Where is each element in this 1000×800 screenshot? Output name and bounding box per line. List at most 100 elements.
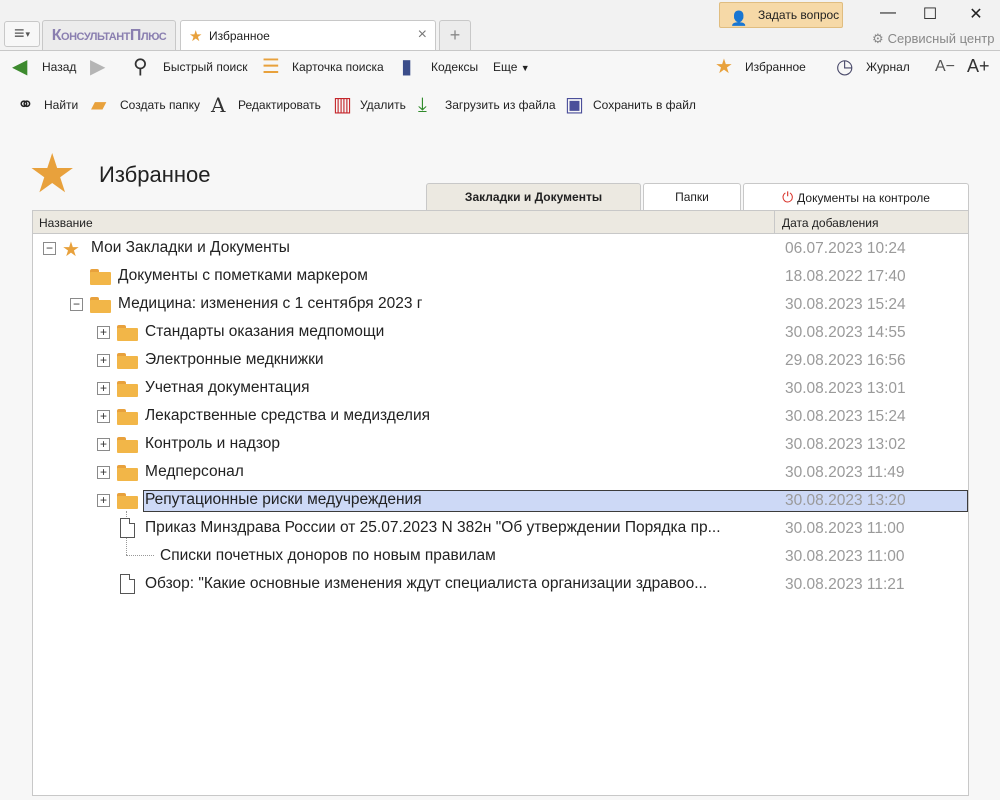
search-card-button[interactable]: ☰ Карточка поиска: [262, 56, 384, 78]
chevron-down-icon: ▼: [520, 63, 530, 73]
tab-favorites-label: Избранное: [209, 29, 270, 43]
text-edit-icon: A: [211, 93, 226, 117]
close-tab-icon[interactable]: ×: [418, 26, 427, 44]
journal-button[interactable]: ◷ Журнал: [836, 56, 910, 78]
tree-row-folder[interactable]: + Учетная документация 30.08.2023 13:01: [34, 375, 968, 403]
font-smaller-button[interactable]: A−: [935, 58, 955, 76]
folder-icon: [117, 325, 138, 341]
favorites-tree-table: Название Дата добавления − ★ Мои Закладк…: [32, 210, 969, 796]
tree-row-label: Документы с пометками маркером: [118, 267, 368, 284]
tree-row-label: Электронные медкнижки: [145, 351, 324, 368]
tab-documents-control[interactable]: ⏻ Документы на контроле: [743, 183, 969, 210]
tree-row-date: 30.08.2023 13:02: [785, 436, 906, 453]
expand-icon[interactable]: +: [97, 326, 110, 339]
folder-icon: [117, 353, 138, 369]
main-menu-button[interactable]: ≡▾: [4, 21, 40, 47]
search-card-label: Карточка поиска: [292, 60, 384, 74]
expand-icon[interactable]: +: [97, 410, 110, 423]
quick-search-label: Быстрый поиск: [163, 60, 248, 74]
tree-row-document[interactable]: Обзор: "Какие основные изменения ждут сп…: [34, 571, 968, 599]
favorites-button[interactable]: ★ Избранное: [715, 56, 806, 78]
tree-row-document[interactable]: Приказ Минздрава России от 25.07.2023 N …: [34, 515, 968, 543]
ask-question-button[interactable]: 👤 Задать вопрос: [719, 2, 843, 28]
tree-row-bookmark[interactable]: Списки почетных доноров по новым правила…: [34, 543, 968, 571]
binoculars-icon: ⚭: [17, 94, 34, 116]
folder-open-icon: [90, 297, 111, 313]
back-button[interactable]: ◀ Назад: [12, 56, 77, 78]
tree-row-folder[interactable]: + Медперсонал 30.08.2023 11:49: [34, 459, 968, 487]
maximize-button[interactable]: ☐: [915, 4, 945, 24]
more-label: Еще: [493, 60, 518, 74]
tree-row-folder[interactable]: + Лекарственные средства и медизделия 30…: [34, 403, 968, 431]
expand-icon[interactable]: +: [97, 354, 110, 367]
expand-icon[interactable]: +: [97, 382, 110, 395]
folder-icon: [90, 269, 111, 285]
minimize-button[interactable]: —: [873, 4, 903, 22]
expand-icon[interactable]: +: [97, 466, 110, 479]
save-to-file-button[interactable]: ▣ Сохранить в файл: [565, 94, 696, 116]
favorites-star-icon: ★: [28, 144, 77, 204]
expand-icon[interactable]: +: [97, 494, 110, 507]
download-icon: ⤓: [418, 94, 427, 116]
codes-button[interactable]: ▮ Кодексы: [401, 56, 479, 78]
tree-row-folder-selected[interactable]: + Репутационные риски медучреждения 30.0…: [34, 487, 968, 515]
tree-row-folder[interactable]: Документы с пометками маркером 18.08.202…: [34, 263, 968, 291]
expand-icon[interactable]: +: [97, 438, 110, 451]
service-icon: ⚙: [872, 31, 884, 46]
consultant-icon: 👤: [730, 10, 748, 26]
app-logo-tab[interactable]: КонсультантПлюс: [42, 20, 176, 50]
more-button[interactable]: Еще ▼: [493, 60, 530, 74]
floppy-icon: ▣: [565, 94, 584, 116]
load-from-file-label: Загрузить из файла: [445, 98, 556, 112]
back-label: Назад: [42, 60, 77, 74]
tree-row-label: Учетная документация: [145, 379, 310, 396]
star-icon: ★: [189, 28, 203, 45]
tree-row-label: Стандарты оказания медпомощи: [145, 323, 385, 340]
navigation-bar: ◀ Назад ▶ ⚲ Быстрый поиск ☰ Карточка поиска…: [0, 50, 1000, 88]
journal-label: Журнал: [866, 60, 910, 74]
arrow-right-icon: ▶: [90, 56, 106, 78]
tab-documents-control-label: Документы на контроле: [797, 191, 930, 205]
quick-search-button[interactable]: ⚲ Быстрый поиск: [133, 56, 248, 78]
clock-icon: ◷: [836, 56, 854, 78]
codes-label: Кодексы: [431, 60, 479, 74]
close-window-button[interactable]: ✕: [961, 4, 991, 24]
edit-button[interactable]: A Редактировать: [211, 94, 321, 116]
column-header-date[interactable]: Дата добавления: [782, 216, 878, 230]
tree-row-date: 30.08.2023 13:20: [785, 492, 906, 509]
action-toolbar: ⚭ Найти ▰ Создать папку A Редактировать ▥ Уд…: [0, 88, 1000, 124]
tree-row-label: Мои Закладки и Документы: [91, 239, 290, 256]
column-divider[interactable]: [774, 211, 775, 234]
tree-row-root[interactable]: − ★ Мои Закладки и Документы 06.07.2023 …: [34, 235, 968, 263]
hamburger-icon: ≡: [13, 23, 25, 43]
tree-row-folder[interactable]: + Стандарты оказания медпомощи 30.08.202…: [34, 319, 968, 347]
tree-row-label: Обзор: "Какие основные изменения ждут сп…: [145, 575, 708, 592]
search-card-icon: ☰: [262, 56, 280, 78]
create-folder-button[interactable]: ▰ Создать папку: [91, 94, 200, 116]
tree-row-label: Репутационные риски медучреждения: [145, 491, 422, 508]
collapse-icon[interactable]: −: [43, 242, 56, 255]
delete-button[interactable]: ▥ Удалить: [333, 94, 406, 116]
tree-row-date: 30.08.2023 11:00: [785, 548, 905, 565]
tree-row-folder[interactable]: + Электронные медкнижки 29.08.2023 16:56: [34, 347, 968, 375]
service-center-link[interactable]: ⚙ Сервисный центр: [872, 31, 994, 47]
document-icon: [120, 574, 135, 594]
folder-icon: [117, 409, 138, 425]
tree-row-folder[interactable]: + Контроль и надзор 30.08.2023 13:02: [34, 431, 968, 459]
tab-folders[interactable]: Папки: [643, 183, 741, 210]
font-larger-button[interactable]: A+: [967, 56, 990, 77]
tree-row-folder[interactable]: − Медицина: изменения с 1 сентября 2023 …: [34, 291, 968, 319]
folder-icon: [117, 465, 138, 481]
tree-row-date: 06.07.2023 10:24: [785, 240, 906, 257]
tree-row-date: 30.08.2023 13:01: [785, 380, 906, 397]
new-tab-button[interactable]: +: [439, 20, 471, 50]
tab-bookmarks-documents[interactable]: Закладки и Документы: [426, 183, 641, 211]
delete-label: Удалить: [360, 98, 406, 112]
column-header-name[interactable]: Название: [39, 216, 93, 230]
tab-favorites[interactable]: ★ Избранное ×: [180, 20, 436, 50]
find-button[interactable]: ⚭ Найти: [17, 94, 78, 116]
collapse-icon[interactable]: −: [70, 298, 83, 311]
load-from-file-button[interactable]: ⤓ Загрузить из файла: [418, 94, 556, 116]
star-icon: ★: [62, 239, 80, 261]
service-center-label: Сервисный центр: [887, 31, 995, 46]
